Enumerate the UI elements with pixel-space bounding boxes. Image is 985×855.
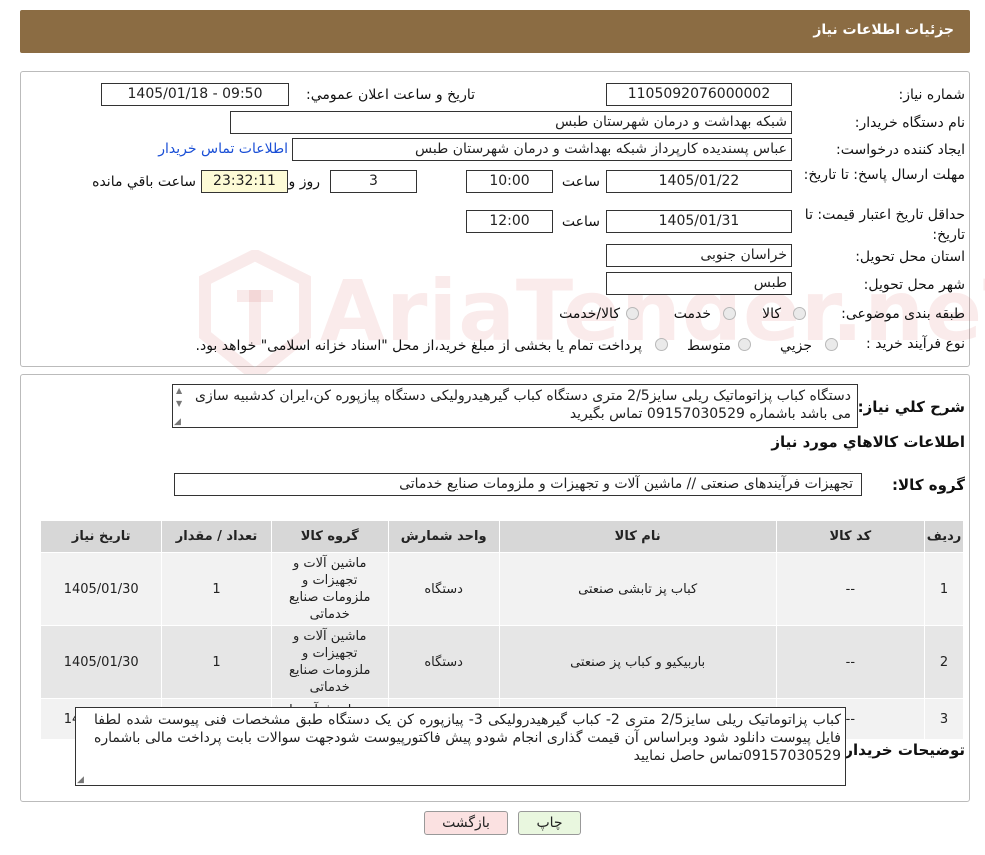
validity-label: حداقل تاريخ اعتبار قيمت: تا تاريخ: — [804, 207, 965, 243]
remaining-label: ساعت باقي مانده — [92, 174, 196, 190]
cell-unit: دستگاه — [387, 552, 500, 626]
table-row: 1405/01/30 1 ماشین آلات و تجهیزات و ملزو… — [39, 625, 965, 699]
cell-name: کباب پز تابشی صنعتی — [498, 552, 777, 626]
buyer-org-label: نام دستگاه خريدار: — [854, 115, 965, 131]
cell-unit: دستگاه — [387, 625, 500, 699]
col-date: تاریخ نیاز — [39, 520, 163, 553]
buyer-notes-text: کباب پزاتوماتیک ریلی سایز2/5 متری 2- کبا… — [94, 712, 841, 764]
deadline-time-field: 10:00 — [466, 170, 553, 193]
deadline-date-field: 1405/01/22 — [606, 170, 792, 193]
process-note: پرداخت تمام یا بخشی از مبلغ خرید،از محل … — [195, 338, 642, 354]
print-button[interactable]: چاپ — [518, 811, 581, 835]
buyer-notes-label: توضیحات خریدار: — [838, 741, 965, 759]
deadline-time-label: ساعت — [561, 174, 600, 190]
cell-group: ماشین آلات و تجهیزات و ملزومات صنایع خدم… — [270, 552, 389, 626]
radio-category-goods[interactable] — [793, 307, 806, 320]
goods-group-field: تجهیزات فرآیندهای صنعتی // ماشین آلات و … — [174, 473, 862, 496]
description-label: شرح کلي نياز: — [857, 398, 965, 416]
col-name: نام کالا — [498, 520, 777, 553]
radio-category-goods-label: کالا — [762, 306, 781, 322]
validity-time-field: 12:00 — [466, 210, 553, 233]
cell-date: 1405/01/30 — [39, 625, 163, 699]
cell-qty: 1 — [161, 552, 272, 626]
table-row: 1405/01/30 1 ماشین آلات و تجهیزات و ملزو… — [39, 552, 965, 626]
cell-index: 1 — [923, 552, 965, 626]
cell-name: باربیکیو و کباب پز صنعتی — [498, 625, 777, 699]
announce-field: 1405/01/18 - 09:50 — [101, 83, 289, 106]
process-label: نوع فرآيند خريد : — [866, 336, 965, 352]
radio-category-goods-service[interactable] — [626, 307, 639, 320]
resize-grip-icon[interactable]: ◢ — [77, 775, 84, 785]
goods-table-header: تاریخ نیاز تعداد / مقدار گروه کالا واحد … — [39, 520, 965, 553]
col-unit: واحد شمارش — [387, 520, 500, 553]
buyer-contact-link[interactable]: اطلاعات تماس خریدار — [158, 141, 288, 157]
goods-section-title: اطلاعات کالاهاي مورد نياز — [771, 433, 965, 451]
radio-process-medium-label: متوسط — [687, 338, 731, 354]
resize-grip-icon[interactable]: ◢ — [174, 417, 181, 427]
watermark-logo — [195, 248, 315, 383]
days-label: روز و — [288, 174, 321, 190]
validity-date-field: 1405/01/31 — [606, 210, 792, 233]
province-label: استان محل تحويل: — [855, 249, 965, 265]
need-number-field: 1105092076000002 — [606, 83, 792, 106]
cell-index: 3 — [923, 698, 965, 740]
radio-process-small-label: جزیي — [780, 338, 812, 354]
back-button[interactable]: بازگشت — [424, 811, 508, 835]
scroll-down-icon[interactable]: ▼ — [176, 399, 182, 408]
buyer-org-field: شبکه بهداشت و درمان شهرستان طبس — [230, 111, 792, 134]
announce-label: تاريخ و ساعت اعلان عمومي: — [306, 87, 475, 103]
city-field: طبس — [606, 272, 792, 295]
col-qty: تعداد / مقدار — [161, 520, 272, 553]
buyer-notes-textarea[interactable]: کباب پزاتوماتیک ریلی سایز2/5 متری 2- کبا… — [75, 707, 846, 786]
radio-category-service-label: خدمت — [673, 306, 711, 322]
cell-index: 2 — [923, 625, 965, 699]
need-number-label: شماره نیاز: — [898, 87, 966, 103]
category-label: طبقه بندی موضوعی: — [841, 306, 965, 322]
cell-code: -- — [775, 552, 925, 626]
radio-process-medium[interactable] — [738, 338, 751, 351]
province-field: خراسان جنوبی — [606, 244, 792, 267]
radio-category-goods-service-label: کالا/خدمت — [559, 306, 620, 322]
page-title: جزئیات اطلاعات نیاز — [813, 22, 954, 38]
remaining-time-field: 23:32:11 — [201, 170, 288, 193]
description-textarea[interactable]: دستگاه کباب پزاتوماتیک ریلی سایز2/5 متری… — [172, 384, 858, 428]
radio-process-treasury[interactable] — [655, 338, 668, 351]
col-index: ردیف — [923, 520, 965, 553]
col-group: گروه کالا — [270, 520, 389, 553]
creator-field: عباس پسندیده کارپرداز شبکه بهداشت و درما… — [292, 138, 792, 161]
city-label: شهر محل تحويل: — [863, 277, 965, 293]
creator-label: ايجاد کننده درخواست: — [836, 142, 965, 158]
cell-code: -- — [775, 625, 925, 699]
cell-qty: 1 — [161, 625, 272, 699]
deadline-label: مهلت ارسال پاسخ: تا تاريخ: — [803, 167, 965, 183]
description-text: دستگاه کباب پزاتوماتیک ریلی سایز2/5 متری… — [195, 388, 851, 422]
header-bar: جزئیات اطلاعات نیاز — [20, 10, 970, 53]
scroll-up-icon[interactable]: ▲ — [176, 386, 182, 395]
cell-group: ماشین آلات و تجهیزات و ملزومات صنایع خدم… — [270, 625, 389, 699]
cell-date: 1405/01/30 — [39, 552, 163, 626]
col-code: کد کالا — [775, 520, 925, 553]
days-field: 3 — [330, 170, 417, 193]
radio-category-service[interactable] — [723, 307, 736, 320]
validity-time-label: ساعت — [561, 214, 600, 230]
goods-group-label: گروه کالا: — [892, 476, 965, 494]
radio-process-small[interactable] — [825, 338, 838, 351]
